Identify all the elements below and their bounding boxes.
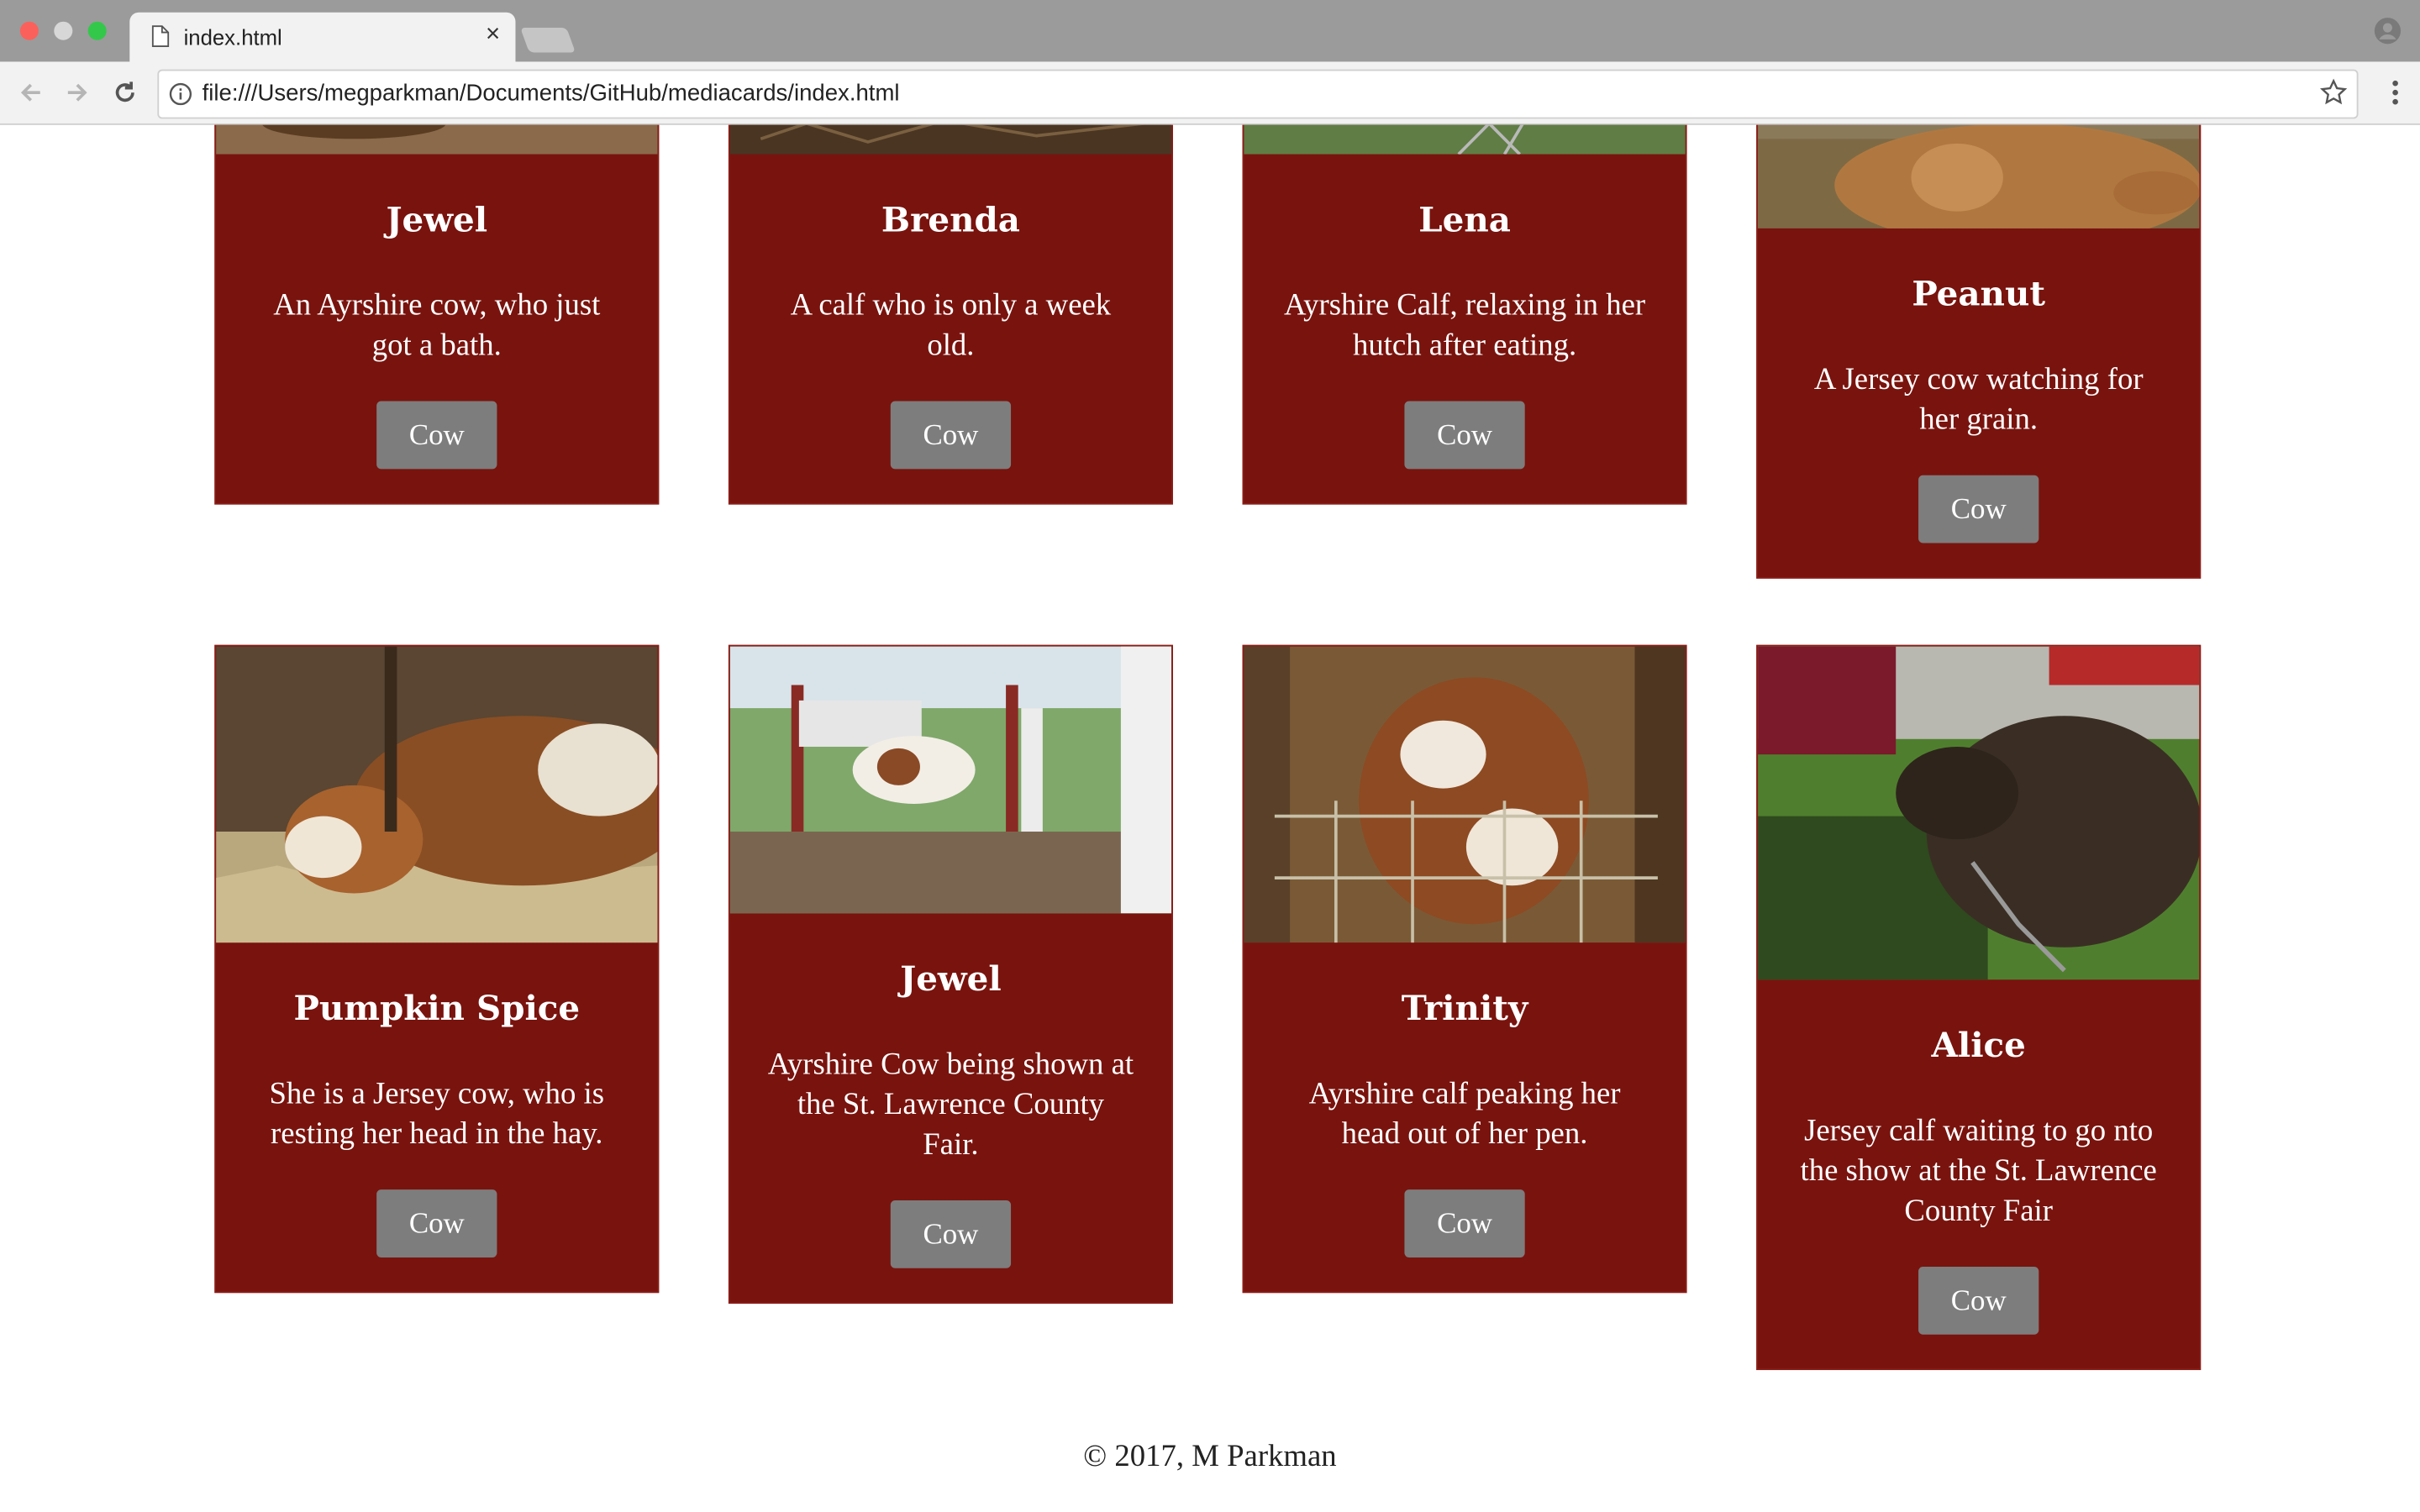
- media-card: Alice Jersey calf waiting to go nto the …: [1756, 644, 2202, 1371]
- card-description: A Jersey cow watching for her grain.: [1813, 362, 2144, 437]
- url-text[interactable]: file:///Users/megparkman/Documents/GitHu…: [203, 81, 900, 107]
- cow-button[interactable]: Cow: [1404, 1189, 1525, 1257]
- page-footer: © 2017, M Parkman: [1083, 1439, 1337, 1474]
- tab-title: index.html: [183, 24, 282, 50]
- cow-button[interactable]: Cow: [1404, 401, 1525, 470]
- maximize-window-button[interactable]: [87, 21, 107, 40]
- card-description: Ayrshire Calf, relaxing in her hutch aft…: [1283, 288, 1646, 363]
- cow-photo: [729, 124, 1172, 155]
- card-description: A calf who is only a week old.: [790, 288, 1112, 363]
- cow-photo: [1758, 646, 2200, 980]
- cow-button[interactable]: Cow: [1918, 1266, 2039, 1335]
- card-title: Brenda: [881, 200, 1020, 241]
- card-title: Jewel: [900, 959, 1002, 1000]
- back-arrow-icon[interactable]: [15, 77, 46, 108]
- bookmark-star-icon[interactable]: [2320, 78, 2348, 107]
- media-card: Pumpkin Spice She is a Jersey cow, who i…: [214, 644, 660, 1294]
- cow-button[interactable]: Cow: [1918, 475, 2039, 543]
- browser-tab[interactable]: index.html ×: [129, 12, 516, 62]
- forward-arrow-icon[interactable]: [61, 77, 92, 108]
- close-window-button[interactable]: [19, 21, 39, 40]
- browser-titlebar: index.html ×: [0, 0, 2420, 62]
- cow-photo: [216, 124, 658, 155]
- card-description: Jersey calf waiting to go nto the show a…: [1800, 1114, 2157, 1229]
- media-card: Lena Ayrshire Calf, relaxing in her hutc…: [1242, 124, 1687, 505]
- card-description: Ayrshire calf peaking her head out of he…: [1308, 1077, 1621, 1152]
- address-bar[interactable]: file:///Users/megparkman/Documents/GitHu…: [157, 69, 2359, 119]
- card-title: Jewel: [386, 200, 488, 241]
- media-card: Jewel An Ayrshire cow, who just got a ba…: [214, 124, 660, 505]
- media-card: Peanut A Jersey cow watching for her gra…: [1756, 124, 2202, 579]
- card-description: She is a Jersey cow, who is resting her …: [269, 1077, 605, 1152]
- tab-close-button[interactable]: ×: [486, 22, 500, 50]
- card-title: Alice: [1931, 1026, 2026, 1067]
- card-title: Peanut: [1912, 274, 2045, 315]
- cow-button[interactable]: Cow: [376, 1189, 497, 1257]
- cow-photo: [729, 646, 1172, 914]
- card-title: Lena: [1418, 200, 1511, 241]
- document-icon: [151, 25, 170, 48]
- minimize-window-button[interactable]: [54, 21, 73, 40]
- page-viewport: Jewel An Ayrshire cow, who just got a ba…: [0, 124, 2420, 1512]
- browser-toolbar: file:///Users/megparkman/Documents/GitHu…: [0, 61, 2420, 125]
- cow-button[interactable]: Cow: [890, 1200, 1012, 1268]
- media-card: Trinity Ayrshire calf peaking her head o…: [1242, 644, 1687, 1294]
- profile-icon[interactable]: [2374, 17, 2402, 45]
- cow-button[interactable]: Cow: [890, 401, 1012, 470]
- card-title: Trinity: [1401, 989, 1528, 1030]
- media-card: Brenda A calf who is only a week old. Co…: [728, 124, 1173, 505]
- menu-icon[interactable]: [2389, 77, 2402, 108]
- cow-photo: [1244, 646, 1686, 943]
- media-card: Jewel Ayrshire Cow being shown at the St…: [728, 644, 1173, 1305]
- cow-photo: [1244, 124, 1686, 155]
- info-icon[interactable]: [168, 81, 192, 106]
- cow-photo: [1758, 124, 2200, 228]
- new-tab-button[interactable]: [520, 28, 576, 53]
- card-description: Ayrshire Cow being shown at the St. Lawr…: [767, 1047, 1134, 1163]
- cow-button[interactable]: Cow: [376, 401, 497, 470]
- card-title: Pumpkin Spice: [293, 989, 581, 1030]
- cow-photo: [216, 646, 658, 943]
- reload-icon[interactable]: [109, 77, 140, 108]
- card-description: An Ayrshire cow, who just got a bath.: [273, 288, 601, 363]
